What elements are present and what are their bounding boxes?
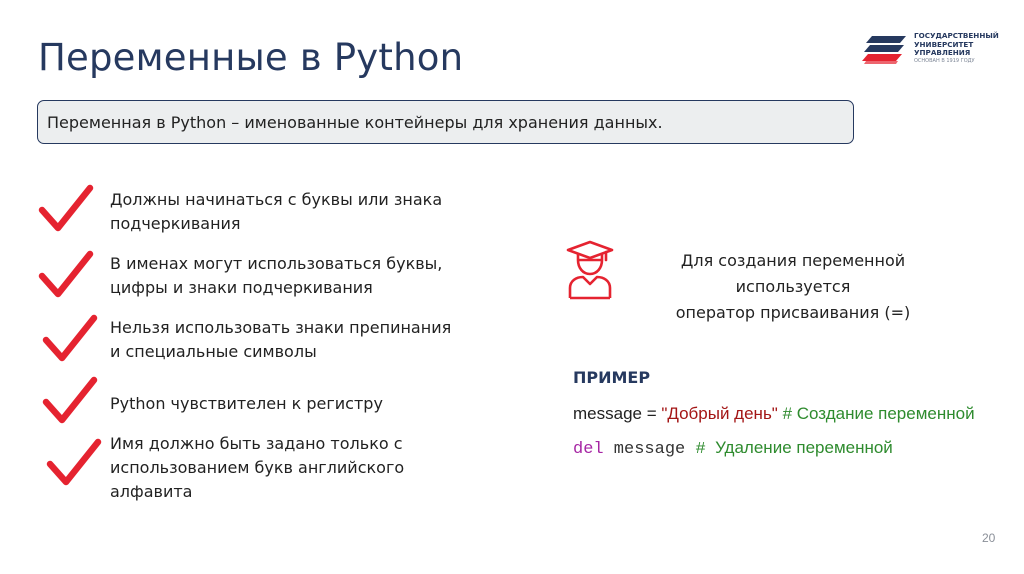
code-keyword: del (573, 440, 604, 459)
note-line-2: оператор присваивания (=) (675, 303, 911, 322)
note-line-1: Для создания переменной используется (680, 251, 906, 296)
code-line-delete: del message # Удаление переменной (573, 438, 893, 459)
rule-line-1: Имя должно быть задано только с (110, 434, 403, 453)
check-mark-icon (38, 250, 94, 298)
rule-line-1: Python чувствителен к регистру (110, 394, 383, 413)
rule-line-1: Нельзя использовать знаки препинания (110, 318, 452, 337)
check-mark-icon (38, 184, 94, 232)
code-variable: message (603, 440, 696, 459)
check-mark-icon (42, 376, 98, 424)
rule-line-2: цифры и знаки подчеркивания (110, 278, 373, 297)
rule-item: В именах могут использоваться буквы, циф… (110, 252, 470, 300)
university-logo: ГОСУДАРСТВЕННЫЙ УНИВЕРСИТЕТ УПРАВЛЕНИЯ О… (860, 30, 1000, 70)
rule-line-2: и специальные символы (110, 342, 317, 361)
rule-item: Нельзя использовать знаки препинания и с… (110, 316, 470, 364)
definition-box: Переменная в Python – именованные контей… (37, 100, 854, 144)
logo-line-3: УПРАВЛЕНИЯ (914, 48, 971, 57)
rule-item: Имя должно быть задано только с использо… (110, 432, 490, 504)
logo-subtitle: ОСНОВАН В 1919 ГОДУ (914, 58, 975, 64)
university-logo-icon (862, 36, 906, 64)
code-comment-hash: # (695, 440, 706, 459)
code-comment: Удаление переменной (705, 438, 893, 457)
page-number: 20 (982, 531, 996, 545)
rule-item: Должны начинаться с буквы или знака подч… (110, 188, 470, 236)
check-mark-icon (42, 314, 98, 362)
check-mark-icon (46, 438, 102, 486)
code-comment: # Создание переменной (777, 404, 975, 423)
code-line-create: message = "Добрый день" # Создание перем… (573, 404, 975, 424)
code-string: "Добрый день" (661, 404, 778, 423)
rule-line-1: В именах могут использоваться буквы, (110, 254, 443, 273)
example-title: ПРИМЕР (573, 368, 651, 387)
rule-line-1: Должны начинаться с буквы или знака (110, 190, 443, 209)
assignment-note: Для создания переменной используется опе… (626, 248, 960, 326)
rule-line-2: подчеркивания (110, 214, 241, 233)
rule-item: Python чувствителен к регистру (110, 392, 470, 416)
graduate-student-icon (566, 240, 614, 300)
definition-text: Переменная в Python – именованные контей… (47, 113, 663, 132)
rule-line-2: использованием букв английского алфавита (110, 458, 405, 501)
page-title: Переменные в Python (38, 36, 464, 79)
code-variable: message (573, 404, 642, 423)
code-operator: = (641, 404, 662, 423)
